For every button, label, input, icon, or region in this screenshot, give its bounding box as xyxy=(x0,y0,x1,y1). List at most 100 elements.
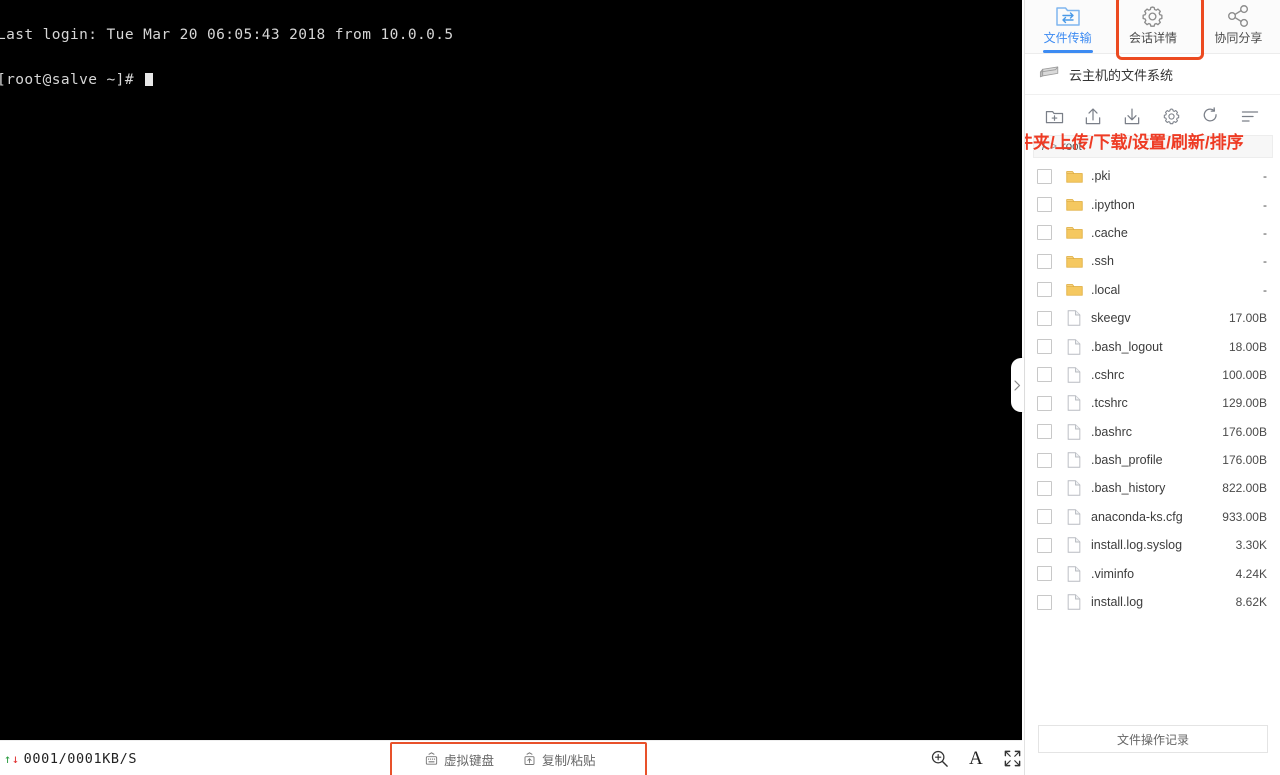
file-row[interactable]: .bash_logout 18.00B xyxy=(1025,332,1280,360)
file-row-size: - xyxy=(1263,225,1267,240)
file-row-checkbox[interactable] xyxy=(1037,253,1052,269)
tab-collaborative-share-label: 协同分享 xyxy=(1214,31,1263,45)
file-row-checkbox[interactable] xyxy=(1037,566,1052,582)
virtual-keyboard-button[interactable]: 虚拟键盘 xyxy=(424,750,494,769)
file-row-checkbox[interactable] xyxy=(1037,197,1052,213)
file-row[interactable]: skeegv 17.00B xyxy=(1025,304,1280,332)
file-row-size: - xyxy=(1263,169,1267,184)
transfer-arrows-icon: ↑ ↓ xyxy=(4,753,20,765)
chevron-right-icon xyxy=(1014,379,1021,391)
file-row[interactable]: install.log.syslog 3.30K xyxy=(1025,531,1280,559)
upload-arrow-icon: ↑ xyxy=(4,752,12,766)
file-row-name: skeegv xyxy=(1091,311,1131,326)
file-icon xyxy=(1063,480,1085,497)
file-row-size: 18.00B xyxy=(1228,339,1267,354)
file-row[interactable]: .bash_profile 176.00B xyxy=(1025,446,1280,474)
copy-paste-label: 复制/粘贴 xyxy=(542,754,596,768)
copy-paste-button[interactable]: 复制/粘贴 xyxy=(522,750,596,769)
virtual-keyboard-label: 虚拟键盘 xyxy=(444,754,495,768)
file-row[interactable]: .pki - xyxy=(1025,162,1280,190)
file-row-size: 4.24K xyxy=(1235,566,1267,581)
file-row-size: 8.62K xyxy=(1235,595,1267,610)
file-row-name: .local xyxy=(1091,282,1121,297)
file-row-size: - xyxy=(1263,282,1267,297)
file-row[interactable]: .ssh - xyxy=(1025,247,1280,275)
panel-collapse-handle[interactable] xyxy=(1011,358,1024,412)
terminal-pane[interactable]: Last login: Tue Mar 20 06:05:43 2018 fro… xyxy=(0,0,1022,740)
breadcrumb: / > root xyxy=(1033,135,1273,158)
upload-icon[interactable] xyxy=(1082,105,1104,127)
file-icon xyxy=(1063,338,1085,355)
file-row[interactable]: .bash_history 822.00B xyxy=(1025,474,1280,502)
file-row[interactable]: .cache - xyxy=(1025,219,1280,247)
terminal-prompt-line: [root@salve ~]# xyxy=(0,73,1022,88)
font-size-button[interactable]: A xyxy=(969,749,983,768)
speed-text: 0001/0001KB/S xyxy=(23,751,138,767)
file-row-checkbox[interactable] xyxy=(1037,424,1052,440)
file-row-checkbox[interactable] xyxy=(1037,168,1052,184)
breadcrumb-root[interactable]: / xyxy=(1042,141,1045,153)
file-row-checkbox[interactable] xyxy=(1037,339,1052,355)
download-icon[interactable] xyxy=(1121,105,1143,127)
file-row[interactable]: .cshrc 100.00B xyxy=(1025,361,1280,389)
file-row-name: .ipython xyxy=(1091,197,1135,212)
gear-icon xyxy=(1140,2,1165,30)
file-row[interactable]: .viminfo 4.24K xyxy=(1025,559,1280,587)
file-row-checkbox[interactable] xyxy=(1037,395,1052,411)
file-row[interactable]: .local - xyxy=(1025,276,1280,304)
terminal-screen[interactable]: Last login: Tue Mar 20 06:05:43 2018 fro… xyxy=(0,0,1022,118)
breadcrumb-current[interactable]: root xyxy=(1062,141,1082,153)
tab-collaborative-share[interactable]: 协同分享 xyxy=(1196,0,1280,53)
file-transfer-side-panel: 文件传输 会话详情 协同分享 云主机的文件系统 夹/上传/下载/设置/刷新/排序… xyxy=(1024,0,1280,775)
file-row-checkbox[interactable] xyxy=(1037,480,1052,496)
terminal-line-last-login: Last login: Tue Mar 20 06:05:43 2018 fro… xyxy=(0,27,454,43)
refresh-icon[interactable] xyxy=(1200,105,1222,127)
file-row-checkbox[interactable] xyxy=(1037,310,1052,326)
file-list[interactable]: .pki - .ipython - .cache - .ssh - .local - skeegv 1… xyxy=(1025,162,1280,719)
terminal-cursor xyxy=(145,73,154,86)
tab-session-details[interactable]: 会话详情 xyxy=(1110,0,1195,53)
file-row-checkbox[interactable] xyxy=(1037,509,1052,525)
filesystem-toolbar xyxy=(1025,95,1280,135)
clipboard-upload-icon xyxy=(522,752,537,767)
file-row[interactable]: .tcshrc 129.00B xyxy=(1025,389,1280,417)
file-row-name: .cshrc xyxy=(1091,367,1125,382)
file-row-name: .viminfo xyxy=(1091,566,1135,581)
file-row-checkbox[interactable] xyxy=(1037,537,1052,553)
filesystem-header: 云主机的文件系统 xyxy=(1025,54,1280,95)
settings-gear-icon[interactable] xyxy=(1161,105,1183,127)
file-icon xyxy=(1063,310,1085,326)
file-row-checkbox[interactable] xyxy=(1037,452,1052,468)
file-row-checkbox[interactable] xyxy=(1037,594,1052,610)
folder-icon xyxy=(1063,225,1085,240)
tab-file-transfer[interactable]: 文件传输 xyxy=(1025,0,1110,53)
file-row-checkbox[interactable] xyxy=(1037,367,1052,383)
file-row[interactable]: .bashrc 176.00B xyxy=(1025,418,1280,446)
file-row[interactable]: install.log 8.62K xyxy=(1025,588,1280,616)
new-folder-icon[interactable] xyxy=(1043,105,1065,127)
file-row-size: 3.30K xyxy=(1235,538,1267,553)
file-row[interactable]: anaconda-ks.cfg 933.00B xyxy=(1025,503,1280,531)
disk-drive-icon xyxy=(1039,65,1061,84)
file-row-size: 822.00B xyxy=(1222,481,1267,496)
remote-terminal-app: Last login: Tue Mar 20 06:05:43 2018 fro… xyxy=(0,0,1280,775)
terminal-view-tools: A xyxy=(930,749,1022,768)
keyboard-icon xyxy=(424,752,439,767)
file-icon xyxy=(1063,565,1085,582)
file-row[interactable]: .ipython - xyxy=(1025,190,1280,218)
folder-icon xyxy=(1063,169,1085,184)
file-row-name: .bash_logout xyxy=(1091,339,1163,354)
fullscreen-icon[interactable] xyxy=(1003,749,1022,768)
download-arrow-icon: ↓ xyxy=(11,752,20,766)
file-operation-records-button[interactable]: 文件操作记录 xyxy=(1038,725,1268,753)
filesystem-title: 云主机的文件系统 xyxy=(1069,68,1174,83)
keyboard-tools-highlight-group: 虚拟键盘 复制/粘贴 xyxy=(390,742,647,775)
file-row-checkbox[interactable] xyxy=(1037,225,1052,241)
folder-icon xyxy=(1063,282,1085,297)
file-row-size: - xyxy=(1263,197,1267,212)
zoom-in-icon[interactable] xyxy=(930,749,949,768)
file-row-name: .bash_profile xyxy=(1091,453,1163,468)
file-row-checkbox[interactable] xyxy=(1037,282,1052,298)
tab-session-details-label: 会话详情 xyxy=(1128,31,1177,45)
sort-icon[interactable] xyxy=(1239,105,1261,127)
